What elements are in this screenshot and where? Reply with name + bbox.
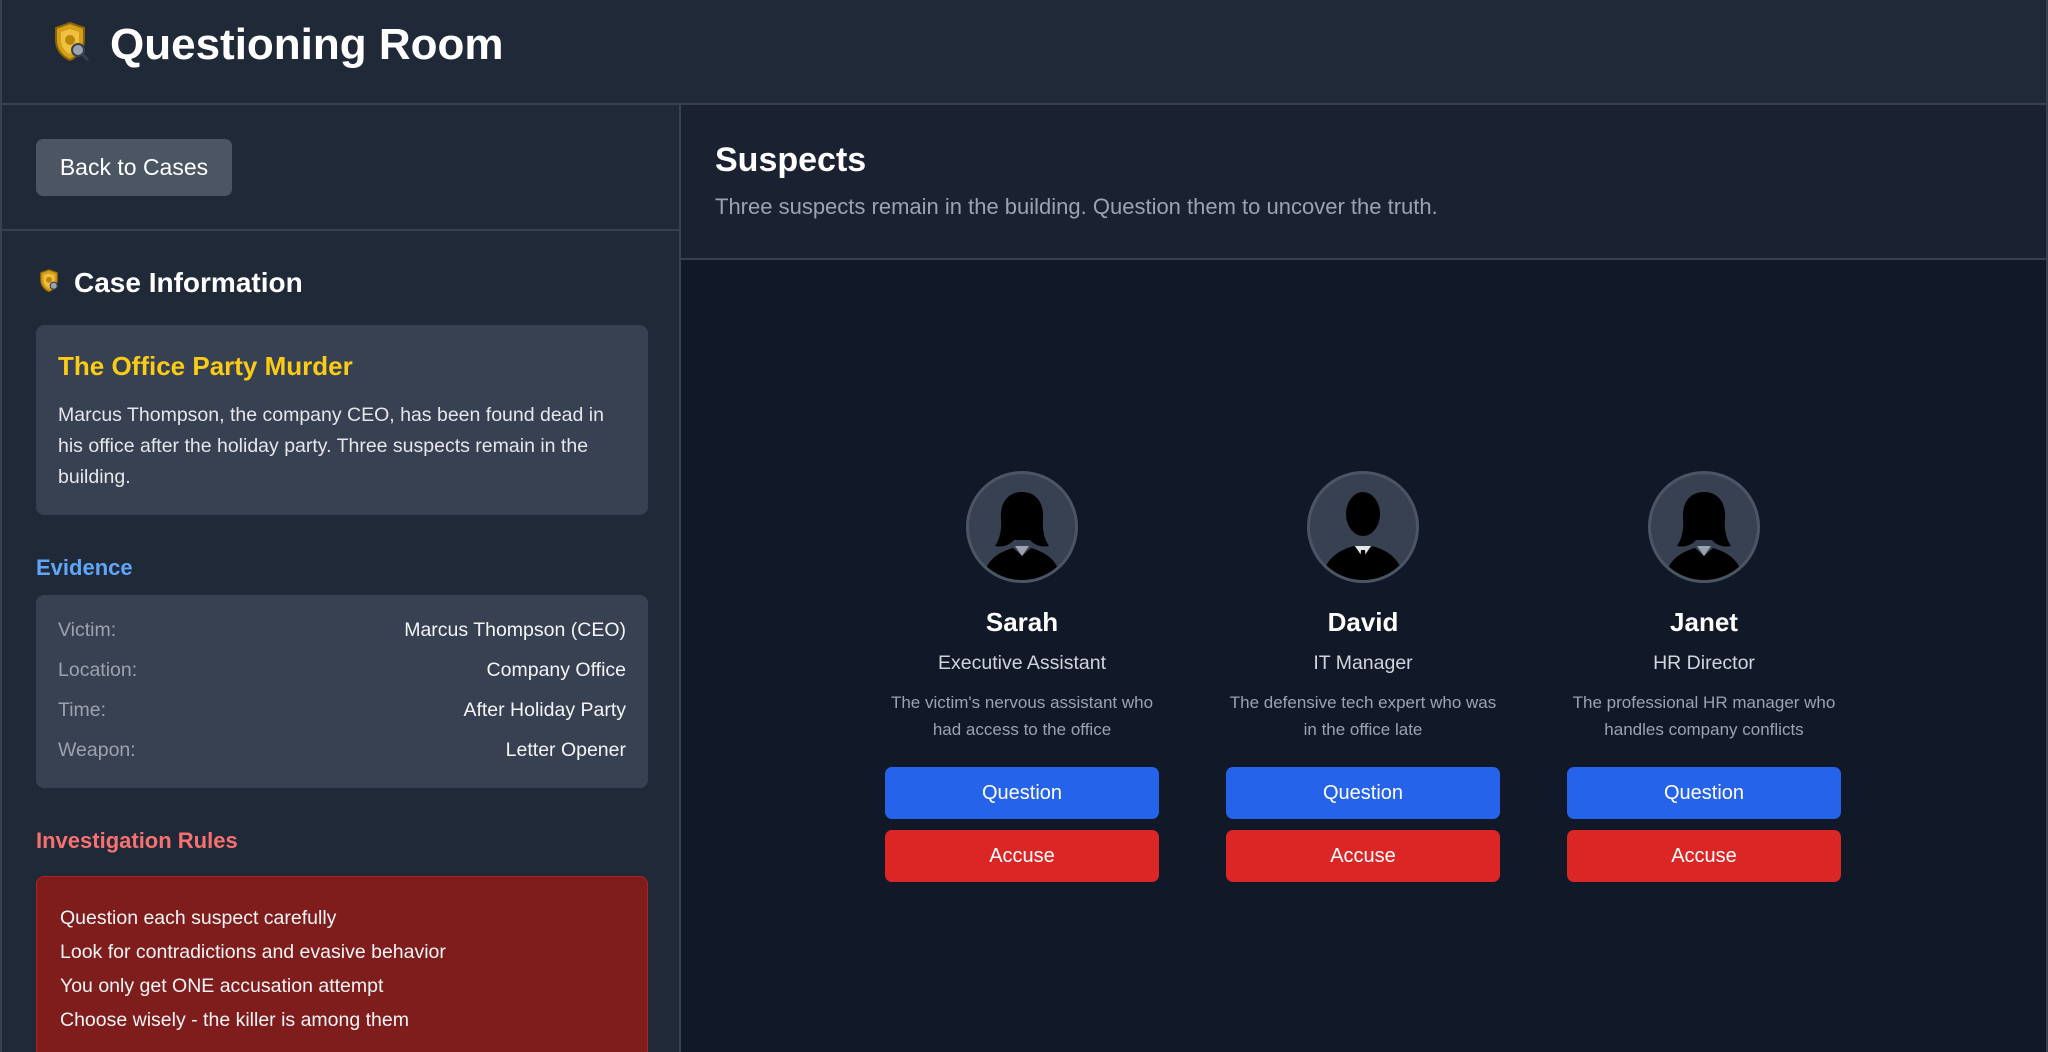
suspects-title: Suspects: [715, 141, 867, 179]
question-button[interactable]: Question: [1567, 767, 1841, 819]
case-information-section: Case Information The Office Party Murder…: [2, 267, 679, 1052]
suspect-description: The victim's nervous assistant who had a…: [890, 693, 1154, 739]
rule-item: Look for contradictions and evasive beha…: [60, 941, 446, 963]
accuse-button[interactable]: Accuse: [1567, 830, 1841, 882]
suspect-card-sarah: Sarah Executive Assistant The victim's n…: [885, 471, 1159, 882]
back-to-cases-button[interactable]: Back to Cases: [36, 139, 232, 196]
question-button[interactable]: Question: [885, 767, 1159, 819]
investigation-rules-card: Question each suspect carefully Look for…: [36, 876, 648, 1052]
evidence-row: Location: Company Office: [58, 659, 626, 699]
accuse-button[interactable]: Accuse: [1226, 830, 1500, 882]
evidence-label: Evidence: [36, 555, 133, 580]
suspect-name: Janet: [1670, 607, 1738, 637]
male-silhouette-icon: [1307, 471, 1419, 583]
suspects-header: Suspects Three suspects remain in the bu…: [681, 105, 2046, 260]
female-silhouette-icon: [966, 471, 1078, 583]
suspect-role: Executive Assistant: [938, 652, 1106, 674]
suspect-card-david: David IT Manager The defensive tech expe…: [1226, 471, 1500, 882]
suspects-subtitle: Three suspects remain in the building. Q…: [715, 194, 1438, 219]
evidence-key: Location:: [58, 659, 138, 681]
sidebar: Back to Cases Case Information The Offic…: [0, 105, 681, 1052]
question-button[interactable]: Question: [1226, 767, 1500, 819]
evidence-card: Victim: Marcus Thompson (CEO) Location: …: [36, 595, 648, 788]
evidence-key: Time:: [58, 699, 107, 721]
case-information-header: Case Information: [36, 267, 645, 299]
page-title: Questioning Room: [110, 19, 504, 69]
suspect-name: Sarah: [985, 607, 1059, 637]
rule-item: Question each suspect carefully: [60, 907, 337, 929]
evidence-key: Victim:: [58, 619, 117, 641]
rule-item: Choose wisely - the killer is among them: [60, 1009, 409, 1031]
evidence-key: Weapon:: [58, 739, 136, 761]
evidence-row: Weapon: Letter Opener: [58, 739, 626, 779]
evidence-value: Marcus Thompson (CEO): [404, 619, 626, 641]
evidence-row: Victim: Marcus Thompson (CEO): [58, 619, 626, 659]
suspect-name: David: [1327, 607, 1399, 637]
evidence-value: After Holiday Party: [463, 699, 626, 721]
app-header: Questioning Room: [0, 0, 2048, 105]
police-badge-icon: [48, 20, 92, 69]
case-title: The Office Party Murder: [58, 351, 353, 381]
rule-item: You only get ONE accusation attempt: [60, 975, 384, 997]
female-silhouette-icon: [1648, 471, 1760, 583]
investigation-rules-label: Investigation Rules: [36, 828, 238, 853]
suspect-description: The defensive tech expert who was in the…: [1229, 693, 1497, 739]
police-badge-icon: [36, 268, 62, 299]
suspect-role: IT Manager: [1313, 652, 1413, 674]
suspect-description: The professional HR manager who handles …: [1572, 693, 1836, 739]
case-description: Marcus Thompson, the company CEO, has be…: [58, 404, 604, 488]
evidence-value: Company Office: [486, 659, 626, 681]
suspect-role: HR Director: [1653, 652, 1755, 674]
accuse-button[interactable]: Accuse: [885, 830, 1159, 882]
evidence-row: Time: After Holiday Party: [58, 699, 626, 739]
suspect-card-janet: Janet HR Director The professional HR ma…: [1567, 471, 1841, 882]
case-information-label: Case Information: [74, 267, 303, 298]
evidence-value: Letter Opener: [505, 739, 626, 761]
main-panel: Suspects Three suspects remain in the bu…: [681, 105, 2048, 1052]
case-card: The Office Party Murder Marcus Thompson,…: [36, 325, 648, 515]
back-section: Back to Cases: [2, 105, 679, 231]
